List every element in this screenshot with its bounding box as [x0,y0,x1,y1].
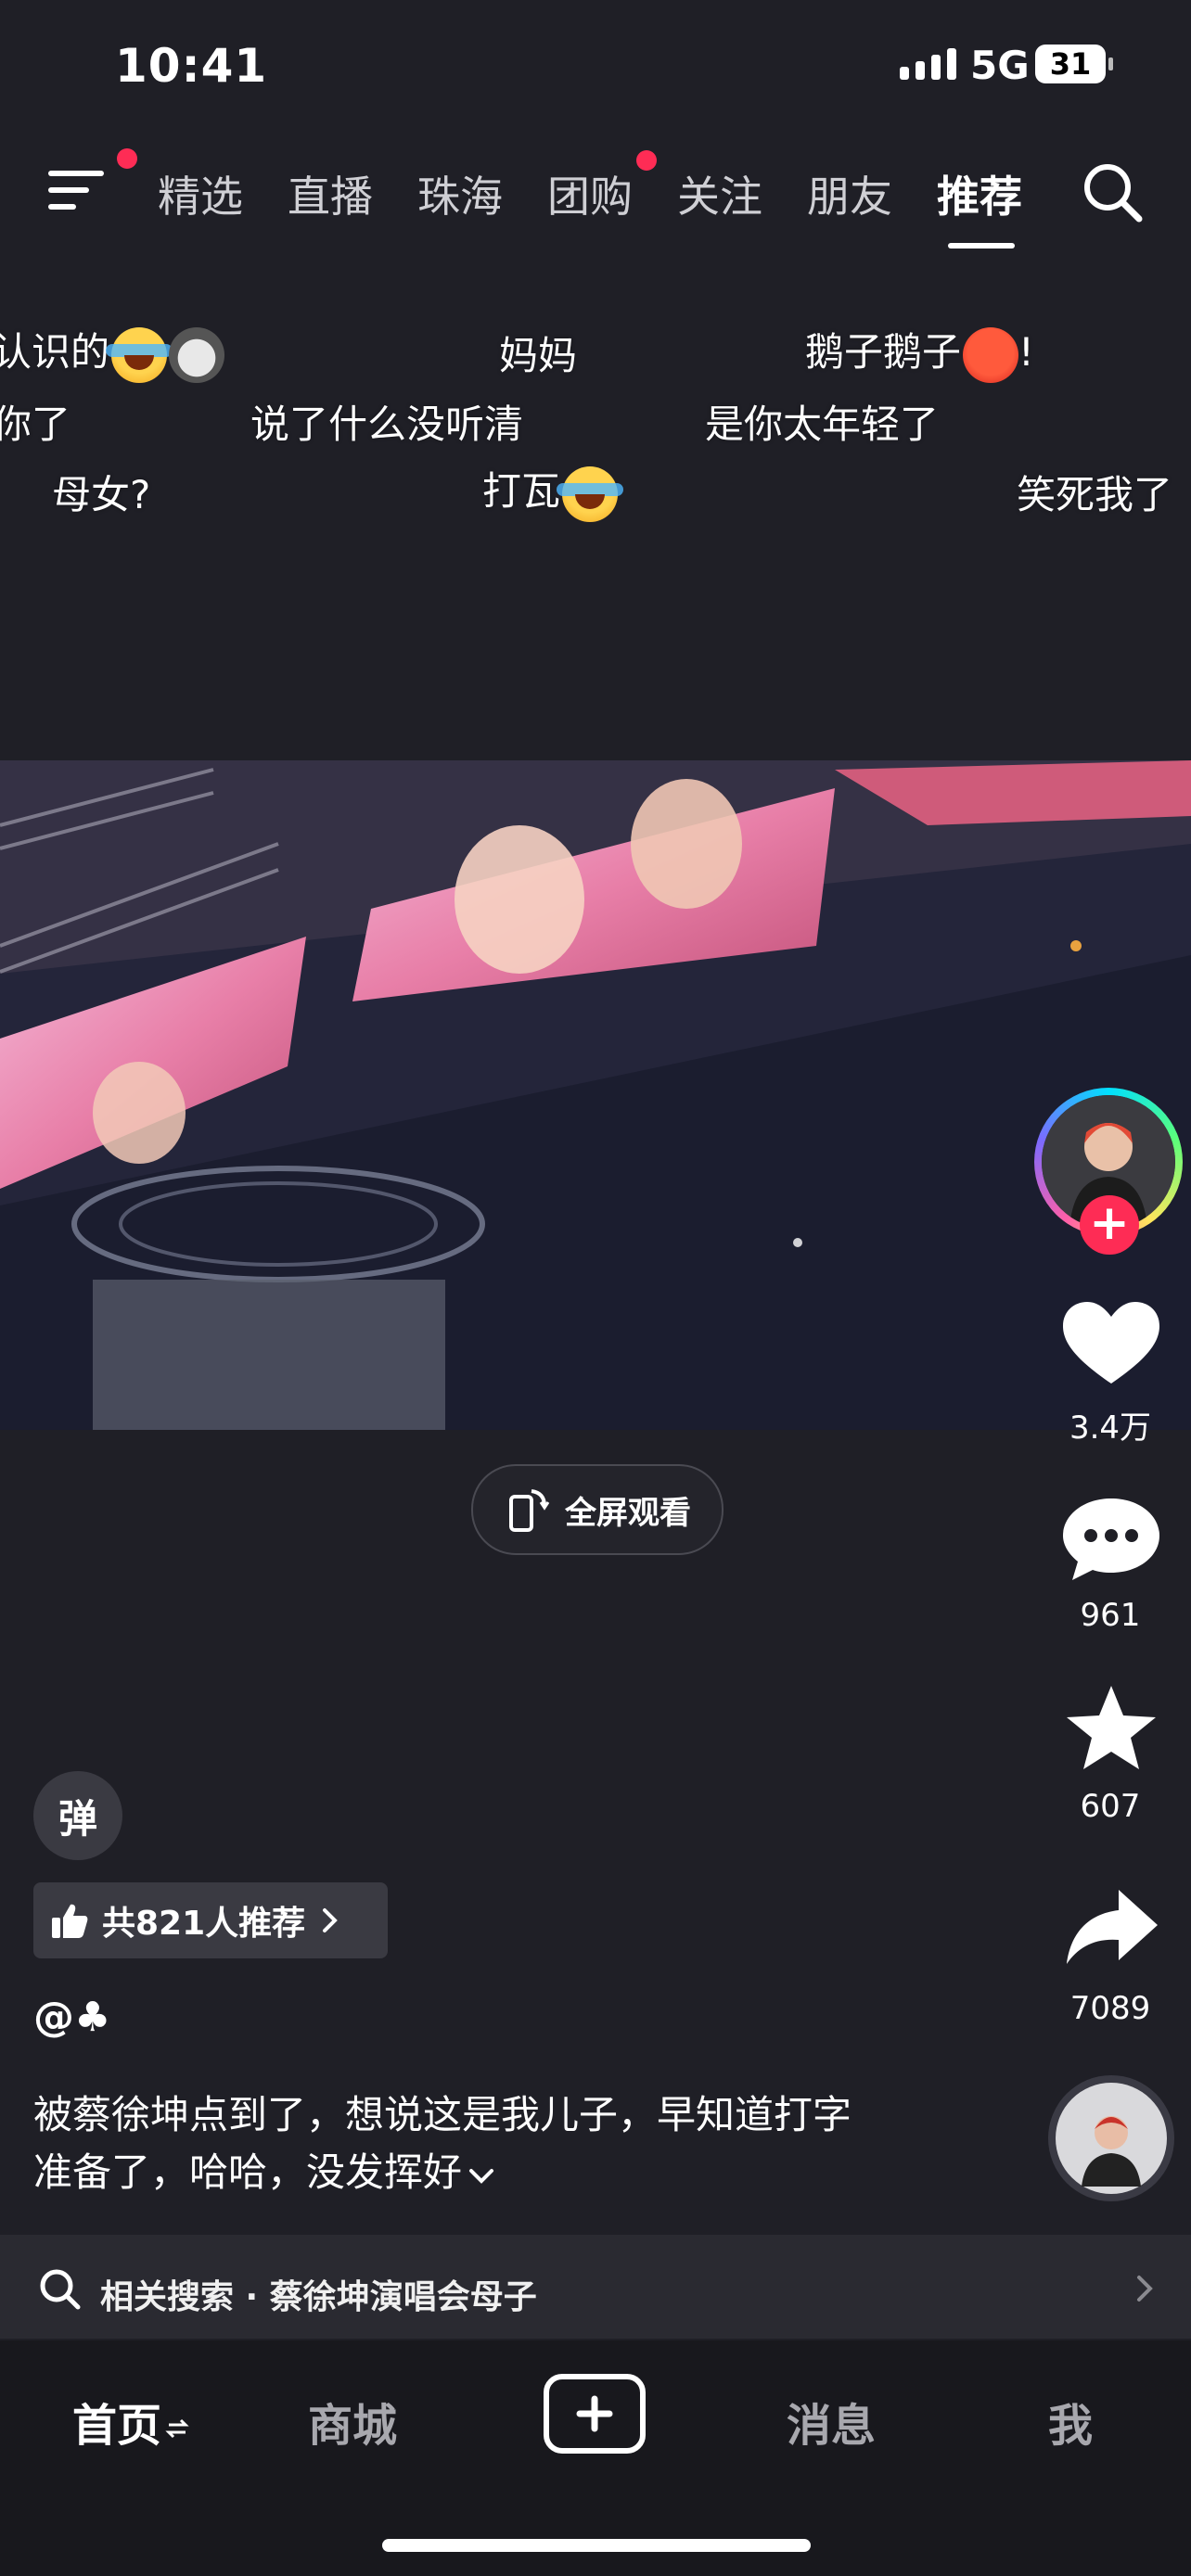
like-heart-icon[interactable] [1057,1298,1165,1391]
battery-icon: 31 [1035,45,1106,83]
danmaku-comment: 说了什么没听清 [250,402,524,447]
tab-live[interactable]: 直播 [288,163,373,224]
music-cover-image [1056,2083,1167,2194]
danmaku-comment: 笑死我了 [1017,472,1173,517]
active-tab-indicator [948,243,1015,249]
home-indicator [382,2539,811,2552]
danmaku-comment: 认识的 [0,321,225,383]
refresh-arrows-icon [165,2418,189,2439]
fullscreen-label: 全屏观看 [565,1494,691,1532]
danmaku-suffix: ! [1018,329,1034,375]
thumbs-up-icon [52,1904,88,1938]
danmaku-text: 打瓦 [482,468,561,514]
tab-mall[interactable]: 商城 [308,2389,397,2454]
danmaku-toggle-button[interactable]: 弹 [33,1771,122,1860]
rotate-phone-icon [509,1489,550,1532]
danmaku-comment: 是你太年轻了 [705,402,940,447]
status-time: 10:41 [115,39,268,93]
video-caption[interactable]: 被蔡徐坤点到了，想说这是我儿子，早知道打字 准备了，哈哈，没发挥好 [33,2086,980,2201]
recommend-chip[interactable]: 共821人推荐 [33,1882,388,1958]
laughing-tears-emoji-icon [106,326,173,383]
search-icon[interactable] [1080,159,1145,224]
danmaku-text: 鹅子鹅子 [805,329,962,375]
recommend-count: 共821人推荐 [102,1905,306,1943]
menu-icon[interactable] [48,169,108,211]
battery-level: 31 [1049,46,1092,82]
comment-icon[interactable] [1057,1493,1165,1586]
tab-zhuhai[interactable]: 珠海 [417,163,503,224]
related-search-text: 相关搜索 · 蔡徐坤演唱会母子 [100,2278,537,2316]
fullscreen-button[interactable]: 全屏观看 [471,1464,724,1555]
plus-icon [576,2395,613,2432]
danmaku-comment: 母女? [52,472,151,517]
tab-home[interactable]: 首页 [72,2389,189,2454]
tab-recommended[interactable]: 推荐 [937,163,1022,224]
battery-cap [1108,57,1113,70]
tab-me[interactable]: 我 [1048,2389,1093,2454]
signal-icon [900,48,956,80]
menu-badge-dot [117,148,137,169]
concert-video-frame [0,760,1191,1430]
danmaku-comment: 打瓦 [482,460,624,522]
caption-text: 准备了，哈哈，没发挥好 [33,2149,463,2195]
chevron-right-icon [1137,2276,1153,2302]
tab-featured[interactable]: 精选 [158,163,243,224]
favorite-count: 607 [1080,1788,1141,1825]
favorite-star-icon[interactable] [1057,1682,1165,1775]
tab-following[interactable]: 关注 [677,163,762,224]
danmaku-text: 认识的 [0,329,110,375]
video-player[interactable] [0,760,1191,1430]
tab-group-buy[interactable]: 团购 [547,163,633,224]
share-count: 7089 [1069,1990,1151,2027]
tab-friends[interactable]: 朋友 [807,163,892,224]
chevron-down-icon[interactable] [466,2162,497,2189]
like-count: 3.4万 [1069,1409,1152,1447]
danmaku-comment: 你了 [0,402,71,447]
danmaku-comment: 鹅子鹅子! [805,321,1034,383]
follow-button[interactable]: + [1080,1195,1139,1255]
danmaku-toggle-label: 弹 [58,1795,97,1842]
network-type: 5G [970,43,1030,88]
danmaku-comment: 妈妈 [499,333,578,378]
group-buy-badge-dot [636,150,657,171]
laughing-tears-emoji-icon [557,465,624,522]
tab-messages[interactable]: 消息 [787,2389,876,2454]
author-name[interactable]: @♣ [33,1994,110,2041]
chevron-right-icon [323,1908,338,1932]
search-icon [40,2269,81,2310]
cat-face-emoji-icon [169,326,225,383]
caption-line: 准备了，哈哈，没发挥好 [33,2144,980,2201]
caption-line: 被蔡徐坤点到了，想说这是我儿子，早知道打字 [33,2092,852,2137]
angry-face-emoji-icon [963,326,1019,383]
music-disc[interactable] [1048,2075,1174,2201]
share-arrow-icon[interactable] [1057,1882,1165,1975]
comment-count: 961 [1080,1597,1141,1634]
tab-home-label: 首页 [72,2400,162,2452]
create-post-button[interactable] [544,2374,646,2454]
